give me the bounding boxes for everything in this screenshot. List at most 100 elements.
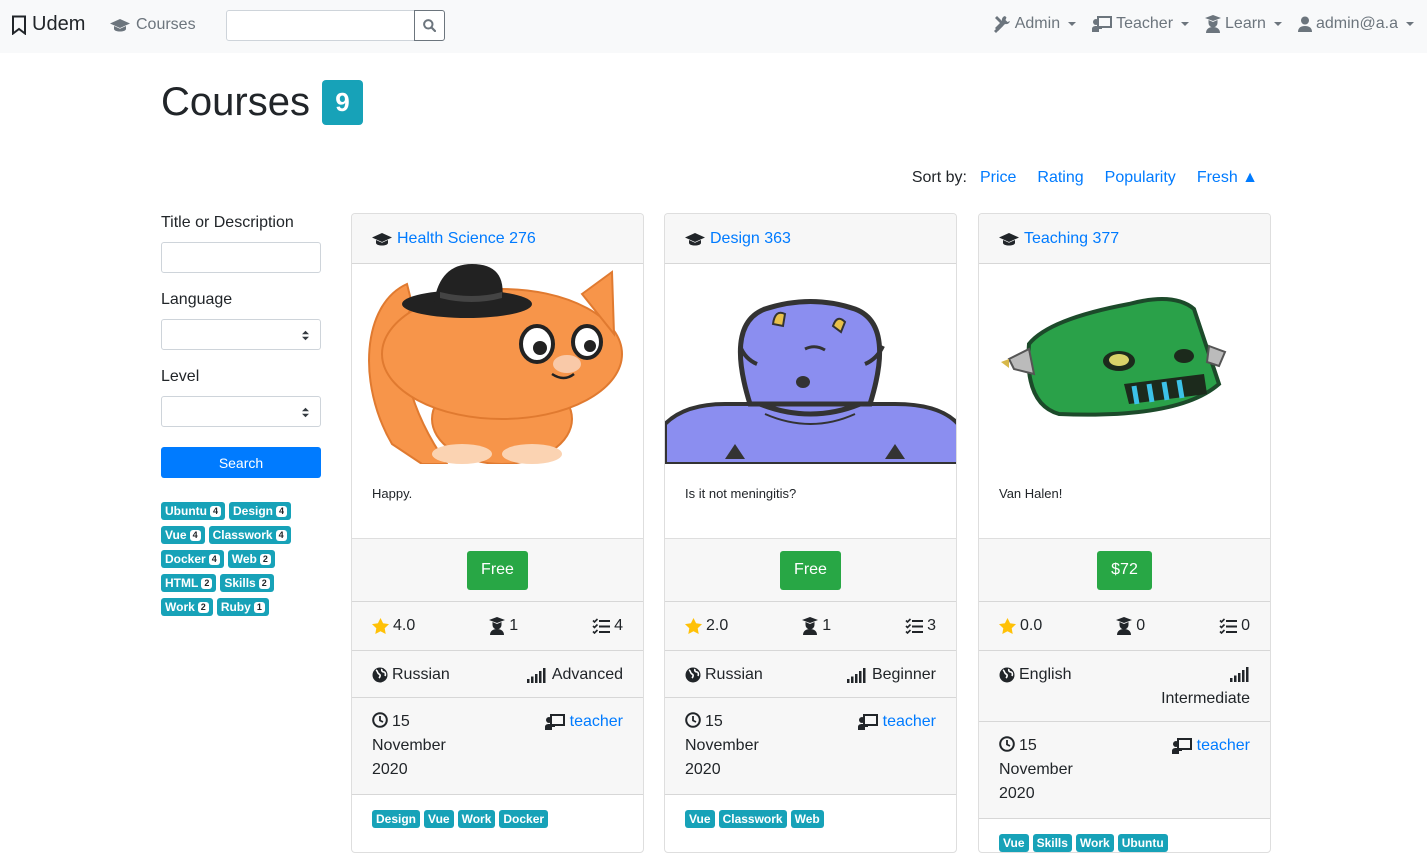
tag-filter[interactable]: Work 2	[161, 598, 213, 616]
course-stats: 2.0 1 3	[665, 602, 956, 651]
course-image[interactable]	[665, 264, 956, 464]
language-value: Russian	[392, 666, 450, 683]
learn-menu[interactable]: Learn	[1205, 15, 1282, 33]
students-value: 1	[822, 617, 832, 634]
teacher-menu[interactable]: Teacher	[1092, 15, 1190, 33]
tag-label: Work	[165, 600, 195, 614]
course-tag[interactable]: Design	[372, 810, 421, 828]
tag-filter[interactable]: Vue 4	[161, 526, 205, 544]
tag-count: 2	[258, 577, 270, 589]
tasks-icon	[1219, 618, 1238, 634]
level-select[interactable]	[161, 396, 321, 427]
signal-icon	[846, 667, 866, 683]
course-tag[interactable]: Vue	[424, 810, 454, 828]
nav-search-input[interactable]	[226, 10, 415, 41]
course-level: Intermediate	[1161, 663, 1250, 711]
nav-search	[226, 10, 445, 41]
chalkboard-teacher-icon	[1092, 16, 1113, 32]
course-price-button[interactable]: Free	[467, 550, 528, 590]
learn-menu-label: Learn	[1225, 15, 1266, 32]
course-teacher-link[interactable]: teacher	[1171, 734, 1250, 758]
filter-search-button[interactable]: Search	[161, 447, 321, 478]
course-price-button[interactable]: $72	[1097, 550, 1152, 590]
tasks-icon	[905, 618, 924, 634]
page-title: Courses	[161, 80, 310, 124]
course-count-badge: 9	[321, 79, 363, 125]
chalkboard-teacher-icon	[544, 714, 565, 730]
teacher-name: teacher	[882, 713, 936, 730]
course-tag[interactable]: Skills	[1032, 834, 1072, 852]
tag-filter[interactable]: Ruby 1	[216, 598, 269, 616]
nav-search-button[interactable]	[414, 10, 445, 41]
course-title-link[interactable]: Teaching 377	[1024, 230, 1119, 248]
course-tag[interactable]: Vue	[999, 834, 1029, 852]
language-value: English	[1019, 666, 1072, 683]
course-lessons: 4	[592, 617, 623, 635]
tag-filter[interactable]: Web 2	[227, 550, 275, 568]
course-meta: Russian Beginner	[665, 651, 956, 698]
tag-filter[interactable]: Classwork 4	[208, 526, 291, 544]
sort-popularity-link[interactable]: Popularity	[1105, 169, 1176, 187]
lessons-value: 3	[927, 617, 936, 634]
language-select[interactable]	[161, 319, 321, 350]
tag-count: 4	[276, 505, 288, 517]
course-students: 0	[1116, 617, 1145, 635]
sort-rating-link[interactable]: Rating	[1037, 169, 1083, 187]
title-filter-input[interactable]	[161, 242, 321, 273]
course-title-link[interactable]: Design 363	[710, 230, 791, 248]
course-title-link[interactable]: Health Science 276	[397, 230, 536, 248]
tag-count: 2	[197, 601, 209, 613]
course-teacher-link[interactable]: teacher	[544, 710, 623, 734]
page-header: Courses 9	[161, 78, 363, 126]
tag-filter[interactable]: Ubuntu 4	[161, 502, 225, 520]
tag-filter[interactable]: Docker 4	[161, 550, 224, 568]
course-tag[interactable]: Ubuntu	[1117, 834, 1168, 852]
star-icon	[372, 618, 389, 634]
sort-price-link[interactable]: Price	[980, 169, 1016, 187]
star-icon	[685, 618, 702, 634]
course-tag[interactable]: Vue	[685, 810, 715, 828]
tag-count: 4	[189, 529, 201, 541]
tag-filter[interactable]: Skills 2	[220, 574, 274, 592]
course-stats: 4.0 1 4	[352, 602, 643, 651]
course-tag[interactable]: Work	[1075, 834, 1114, 852]
globe-icon	[372, 667, 388, 683]
students-value: 0	[1136, 617, 1146, 634]
course-tags: Vue Classwork Web	[665, 795, 956, 834]
graduate-icon	[1205, 15, 1222, 33]
tag-label: Vue	[165, 528, 187, 542]
course-date: 15 November 2020	[372, 710, 462, 782]
tag-filter[interactable]: Design 4	[229, 502, 292, 520]
language-value: Russian	[705, 666, 763, 683]
language-filter-label: Language	[161, 291, 233, 308]
tag-label: Web	[231, 552, 257, 566]
tag-label: Ubuntu	[165, 504, 207, 518]
sort-fresh-link[interactable]: Fresh ▲	[1197, 169, 1258, 187]
title-filter-label: Title or Description	[161, 214, 294, 231]
tag-count: 4	[209, 505, 221, 517]
filter-sidebar: Title or Description Language Level Sear…	[161, 214, 321, 622]
course-tag[interactable]: Docker	[499, 810, 549, 828]
course-stats: 0.0 0 0	[979, 602, 1270, 651]
course-teacher-link[interactable]: teacher	[857, 710, 936, 734]
brand-link[interactable]: Udem	[11, 13, 85, 36]
course-price-button[interactable]: Free	[780, 550, 841, 590]
signal-icon	[526, 667, 546, 683]
course-rating: 2.0	[685, 617, 728, 635]
admin-menu[interactable]: Admin	[993, 15, 1077, 33]
course-tag[interactable]: Work	[457, 810, 496, 828]
course-image[interactable]	[352, 264, 643, 464]
course-tag[interactable]: Classwork	[718, 810, 787, 828]
user-menu[interactable]: admin@a.a	[1297, 15, 1414, 33]
course-tag[interactable]: Web	[790, 810, 824, 828]
search-icon	[423, 19, 436, 32]
course-meta: Russian Advanced	[352, 651, 643, 698]
course-students: 1	[802, 617, 831, 635]
tag-cloud: Ubuntu 4 Design 4 Vue 4 Classwork 4 Docker 4 …	[161, 502, 321, 622]
nav-courses-link[interactable]: Courses	[110, 16, 196, 34]
graduate-icon	[489, 617, 506, 635]
tag-count: 4	[208, 553, 220, 565]
course-image[interactable]	[979, 264, 1270, 464]
tag-filter[interactable]: HTML 2	[161, 574, 217, 592]
user-menu-label: admin@a.a	[1315, 15, 1398, 32]
